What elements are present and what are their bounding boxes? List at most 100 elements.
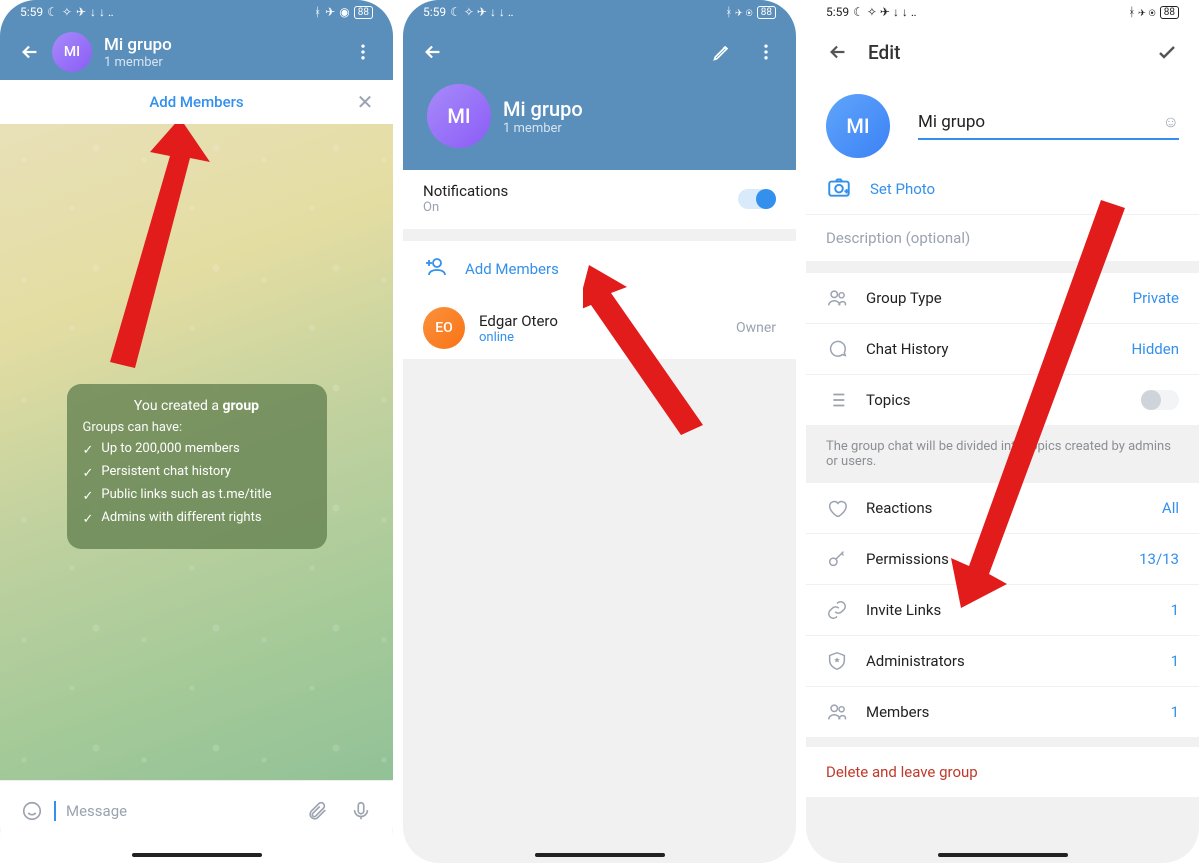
member-status: online (479, 330, 722, 345)
attach-button[interactable] (295, 789, 339, 833)
group-name-value: Mi grupo (918, 112, 985, 132)
administrators-row[interactable]: Administrators 1 (806, 636, 1199, 687)
set-photo-row[interactable]: Set Photo (806, 164, 1199, 214)
bubble-item: Persistent chat history (101, 464, 231, 479)
group-type-value: Private (1133, 289, 1179, 307)
profile-info: MI Mi grupo 1 member (403, 80, 796, 170)
wifi-icon: ◉ (339, 5, 349, 19)
topics-hint: The group chat will be divided into topi… (806, 425, 1199, 483)
more-button[interactable] (341, 30, 385, 74)
key-icon (826, 548, 866, 570)
group-title: Mi grupo (104, 35, 341, 55)
bubble-item: Public links such as t.me/title (101, 487, 271, 502)
moon-icon: ☾ (47, 5, 58, 19)
status-bar: 5:59 ☾ ✧ ✈ ↓ ↓ ‥ ᚼ ✈ ◉ 88 (806, 0, 1199, 24)
bubble-subtitle: Groups can have: (83, 420, 311, 435)
members-row[interactable]: Members 1 (806, 687, 1199, 737)
chat-header: 5:59 ☾ ✧ ✈ ↓ ↓ ‥ ᚼ ✈ ◉ 88 MI Mi grupo 1 … (0, 0, 393, 80)
welcome-bubble: You created a group Groups can have: ✓Up… (67, 384, 327, 549)
notifications-label: Notifications (423, 182, 738, 200)
permissions-label: Permissions (866, 550, 1139, 568)
check-icon: ✓ (83, 512, 94, 527)
members-icon (826, 701, 866, 723)
invite-links-label: Invite Links (866, 601, 1171, 619)
group-avatar[interactable]: MI (52, 32, 92, 72)
header-title-block[interactable]: Mi grupo 1 member (104, 35, 341, 70)
bluetooth-icon: ᚼ (314, 5, 321, 19)
topics-row[interactable]: Topics (806, 375, 1199, 425)
bubble-item: Admins with different rights (101, 510, 261, 525)
permissions-row[interactable]: Permissions 13/13 (806, 534, 1199, 585)
notifications-row[interactable]: Notifications On (403, 170, 796, 229)
check-icon: ✓ (83, 489, 94, 504)
reactions-value: All (1162, 499, 1179, 517)
invite-links-value: 1 (1171, 601, 1179, 619)
add-members-button[interactable]: Add Members (40, 93, 353, 111)
check-icon: ✓ (83, 466, 94, 481)
screen-profile: 5:59 ☾ ✧ ✈ ↓ ↓ ‥ ᚼ ✈ ◉ 88 MI Mi grupo (403, 0, 796, 863)
more-button[interactable] (744, 30, 788, 74)
emoji-icon[interactable]: ☺ (1163, 112, 1179, 132)
status-bar: 5:59 ☾ ✧ ✈ ↓ ↓ ‥ ᚼ ✈ ◉ 88 (403, 0, 796, 24)
home-indicator (938, 853, 1068, 857)
battery-icon: 88 (1160, 6, 1179, 19)
reactions-label: Reactions (866, 499, 1162, 517)
vibrate-icon: ✧ (62, 5, 72, 19)
screen-chat: 5:59 ☾ ✧ ✈ ↓ ↓ ‥ ᚼ ✈ ◉ 88 MI Mi grupo 1 … (0, 0, 393, 863)
group-name-input[interactable]: Mi grupo ☺ (918, 112, 1179, 140)
add-members-label: Add Members (465, 260, 559, 278)
home-indicator (535, 853, 665, 857)
chat-icon (826, 338, 866, 360)
add-members-strip: Add Members ✕ (0, 80, 393, 124)
invite-links-row[interactable]: Invite Links 1 (806, 585, 1199, 636)
battery-icon: 88 (354, 6, 373, 19)
add-members-row[interactable]: Add Members (403, 241, 796, 297)
group-type-row[interactable]: Group Type Private (806, 273, 1199, 324)
topics-toggle[interactable] (1141, 390, 1179, 410)
status-time: 5:59 (20, 5, 43, 19)
chat-history-row[interactable]: Chat History Hidden (806, 324, 1199, 375)
member-row[interactable]: EO Edgar Otero online Owner (403, 297, 796, 359)
voice-button[interactable] (339, 789, 383, 833)
battery-icon: 88 (757, 6, 776, 19)
administrators-label: Administrators (866, 652, 1171, 670)
profile-header: 5:59 ☾ ✧ ✈ ↓ ↓ ‥ ᚼ ✈ ◉ 88 MI Mi grupo (403, 0, 796, 170)
group-subtitle: 1 member (104, 55, 341, 70)
edit-title: Edit (860, 41, 1145, 64)
group-title: Mi grupo (503, 97, 583, 121)
chat-history-label: Chat History (866, 340, 1131, 358)
group-avatar[interactable]: MI (427, 84, 491, 148)
check-icon: ✓ (83, 443, 94, 458)
link-icon (826, 599, 866, 621)
chat-background: You created a group Groups can have: ✓Up… (0, 124, 393, 834)
close-strip-button[interactable]: ✕ (353, 90, 377, 114)
confirm-button[interactable] (1145, 30, 1189, 74)
name-row: MI Mi grupo ☺ (806, 80, 1199, 164)
emoji-button[interactable] (10, 789, 54, 833)
set-photo-label: Set Photo (870, 180, 935, 198)
member-role: Owner (736, 320, 776, 336)
chat-history-value: Hidden (1131, 340, 1179, 358)
telegram-icon: ✈ (76, 5, 86, 19)
users-icon (826, 287, 866, 309)
notifications-toggle[interactable] (738, 189, 776, 209)
reactions-row[interactable]: Reactions All (806, 483, 1199, 534)
permissions-value: 13/13 (1139, 550, 1179, 568)
message-input[interactable]: Message (60, 796, 295, 826)
status-time: 5:59 (826, 5, 849, 19)
back-button[interactable] (411, 30, 455, 74)
description-input[interactable]: Description (optional) (806, 215, 1199, 261)
group-subtitle: 1 member (503, 121, 583, 136)
status-bar: 5:59 ☾ ✧ ✈ ↓ ↓ ‥ ᚼ ✈ ◉ 88 (0, 0, 393, 24)
group-type-label: Group Type (866, 289, 1133, 307)
back-button[interactable] (816, 30, 860, 74)
notifications-value: On (423, 200, 738, 215)
group-avatar[interactable]: MI (826, 94, 890, 158)
list-icon (826, 389, 866, 411)
bubble-title-pre: You created a (134, 398, 223, 414)
back-button[interactable] (8, 30, 52, 74)
edit-button[interactable] (700, 30, 744, 74)
delete-group-button[interactable]: Delete and leave group (806, 747, 1199, 797)
members-label: Members (866, 703, 1171, 721)
screen-edit: 5:59 ☾ ✧ ✈ ↓ ↓ ‥ ᚼ ✈ ◉ 88 Edit MI Mi gru… (806, 0, 1199, 863)
